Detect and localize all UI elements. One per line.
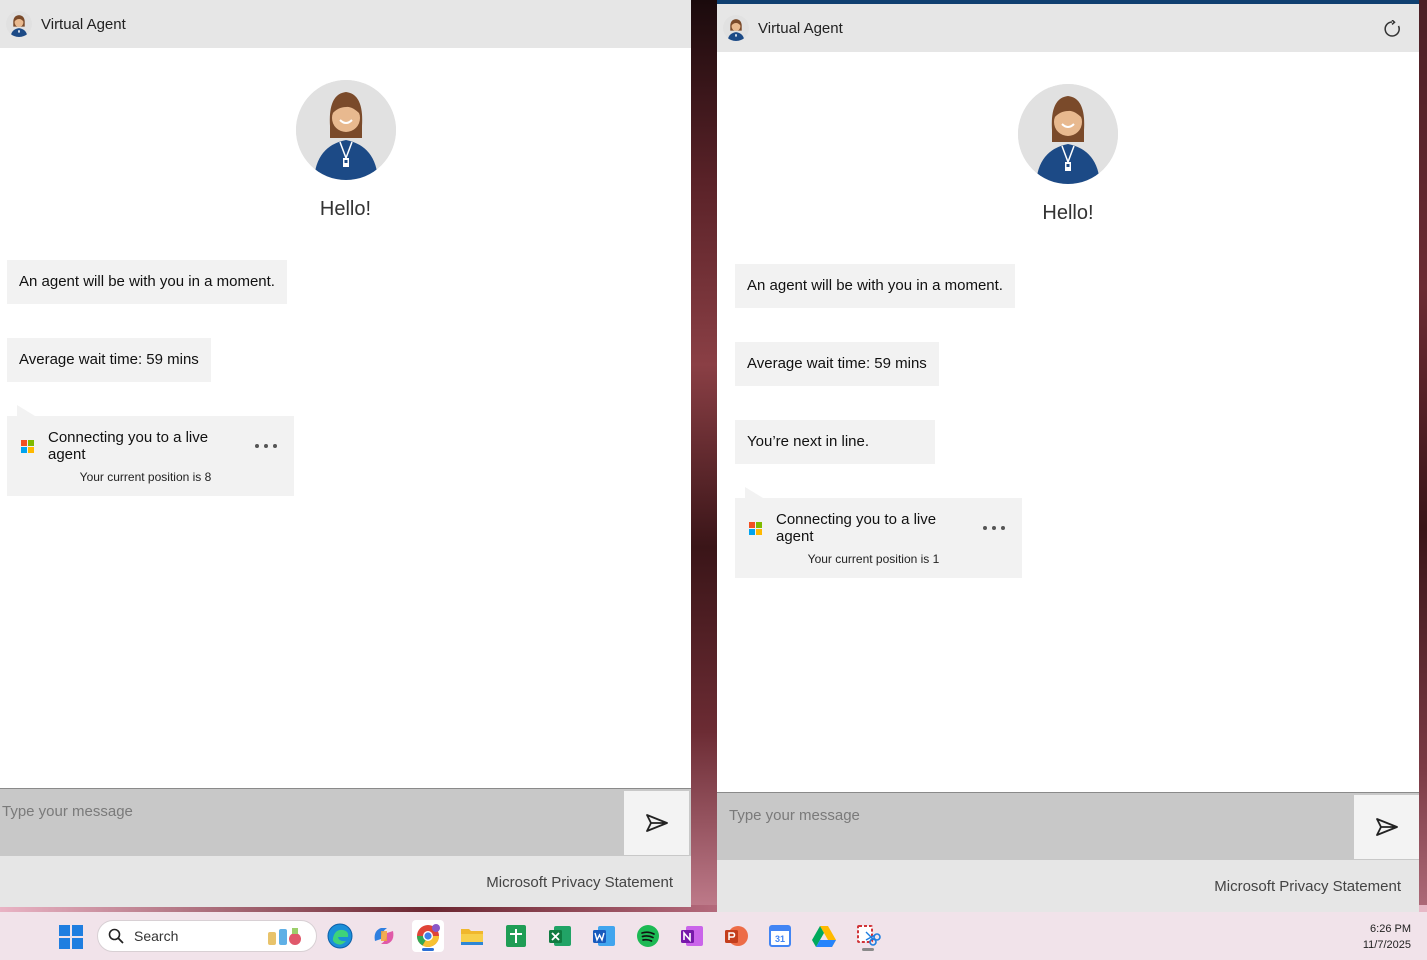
chat-transcript: Hello! An agent will be with you in a mo… [717,52,1419,792]
copilot-icon [374,928,394,944]
clock-date: 11/7/2025 [1362,939,1411,951]
google-calendar-icon: 31 [769,925,791,947]
chat-title: Virtual Agent [758,19,843,37]
search-icon [108,928,124,944]
search-highlight-icon [268,928,301,945]
taskbar: Search 31 6:26 PM 11/7/2025 [0,912,1427,960]
desktop-wallpaper-strip [690,0,718,912]
taskbar-file-explorer[interactable] [456,920,488,952]
edge-icon [327,923,353,949]
search-label: Search [134,928,179,944]
queue-position: Your current position is 1 [807,552,940,566]
file-explorer-icon [461,929,483,945]
typing-dots-icon [255,444,282,448]
taskbar-copilot[interactable] [368,920,400,952]
live-agent-connecting-card: Connecting you to a live agent Your curr… [7,405,294,496]
bot-message: Average wait time: 59 mins [735,342,939,386]
clock-time: 6:26 PM [1370,923,1411,935]
hero: Hello! [0,80,691,221]
microsoft-logo-icon [749,521,762,535]
system-clock[interactable]: 6:26 PM 11/7/2025 [1363,921,1411,953]
chat-footer: Microsoft Privacy Statement [717,860,1419,912]
taskbar-excel[interactable] [544,920,576,952]
bot-message: You’re next in line. [735,420,935,464]
send-icon [645,814,668,832]
chat-transcript: Hello! An agent will be with you in a mo… [0,48,691,788]
excel-icon [549,926,571,946]
taskbar-edge[interactable] [324,920,356,952]
taskbar-google-calendar[interactable]: 31 [764,920,796,952]
chat-window-right: Virtual Agent Hello! An agent will be wi… [717,0,1419,912]
chat-footer: Microsoft Privacy Statement [0,856,691,907]
chat-header: Virtual Agent [0,0,691,48]
taskbar-search[interactable]: Search [97,920,317,952]
send-button[interactable] [1354,795,1419,859]
spotify-icon [637,925,659,947]
agent-avatar-icon [723,15,749,41]
refresh-button[interactable] [1381,18,1403,40]
chat-window-left: Virtual Agent Hello! An agent will be wi… [0,0,691,907]
chat-header: Virtual Agent [717,4,1419,52]
privacy-statement-link[interactable]: Microsoft Privacy Statement [486,874,673,891]
refresh-icon [1384,20,1400,37]
onenote-icon [681,926,703,946]
agent-portrait-icon [295,80,396,180]
taskbar-snipping-tool[interactable] [852,920,884,952]
privacy-statement-link[interactable]: Microsoft Privacy Statement [1214,878,1401,895]
running-indicator [862,948,874,951]
bot-message: An agent will be with you in a moment. [735,264,1015,308]
google-drive-icon [812,926,836,947]
chat-title: Virtual Agent [41,15,126,33]
connecting-text: Connecting you to a live agent [48,429,209,463]
windows-logo-icon [59,925,83,949]
message-input[interactable] [0,789,622,855]
taskbar-google-drive[interactable] [808,920,840,952]
send-button[interactable] [624,791,689,855]
taskbar-powerpoint[interactable] [720,920,752,952]
google-sheets-icon [506,925,526,947]
agent-avatar-icon [6,11,32,37]
taskbar-chrome[interactable] [412,920,444,952]
taskbar-onenote[interactable] [676,920,708,952]
active-indicator [422,948,434,951]
queue-position: Your current position is 8 [79,470,212,484]
taskbar-google-sheets[interactable] [500,920,532,952]
taskbar-spotify[interactable] [632,920,664,952]
connecting-text: Connecting you to a live agent [776,511,937,545]
taskbar-word[interactable] [588,920,620,952]
message-composer [0,788,691,856]
send-icon [1375,818,1398,836]
message-input[interactable] [717,793,1349,859]
start-button[interactable] [58,924,84,950]
microsoft-logo-icon [21,439,34,453]
agent-portrait-icon [1018,84,1118,184]
greeting: Hello! [1042,202,1094,224]
calendar-day: 31 [775,934,785,944]
bot-message: Average wait time: 59 mins [7,338,211,382]
hero: Hello! [717,84,1419,225]
word-icon [593,926,615,946]
powerpoint-icon [725,926,748,946]
live-agent-connecting-card: Connecting you to a live agent Your curr… [735,487,1022,578]
typing-dots-icon [983,526,1010,530]
message-composer [717,792,1419,860]
greeting: Hello! [319,198,372,220]
chrome-icon [417,924,440,947]
bot-message: An agent will be with you in a moment. [7,260,287,304]
snipping-tool-icon [857,925,881,946]
